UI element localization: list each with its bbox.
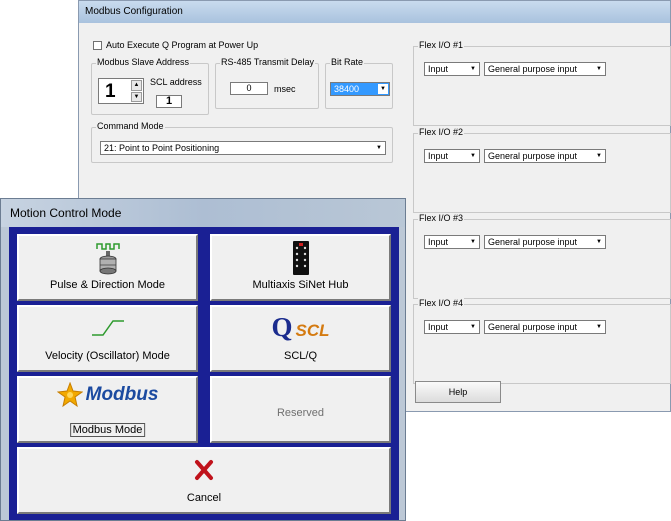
command-mode-value: 21: Point to Point Positioning	[104, 143, 220, 153]
flex-io-1-type-select[interactable]: Input ▼	[424, 62, 480, 76]
scl-q-button[interactable]: Q SCL SCL/Q	[210, 305, 391, 372]
transmit-delay-input[interactable]: 0	[230, 82, 268, 95]
flex-io-3-type-select[interactable]: Input ▼	[424, 235, 480, 249]
scl-logo-text: SCL	[295, 321, 330, 340]
chevron-down-icon[interactable]: ▼	[594, 237, 604, 247]
auto-execute-checkbox[interactable]: Auto Execute Q Program at Power Up	[93, 40, 258, 50]
help-button[interactable]: Help	[415, 381, 501, 403]
modbus-label: Modbus Mode	[69, 423, 146, 437]
delay-unit: msec	[274, 84, 296, 94]
modbus-logo-icon: Modbus	[56, 381, 159, 408]
bit-rate-value: 38400	[334, 84, 360, 94]
checkbox-box[interactable]	[93, 40, 102, 50]
command-mode-group: Command Mode 21: Point to Point Position…	[91, 121, 393, 163]
cancel-label: Cancel	[186, 492, 222, 504]
flex-io-2-group: Flex I/O #2 Input ▼ General purpose inpu…	[413, 127, 671, 213]
chevron-down-icon[interactable]: ▼	[468, 322, 478, 332]
scl-address-label: SCL address	[150, 77, 202, 87]
mode-button-panel: Pulse & Direction Mode Multiaxis SiNet H…	[9, 227, 399, 520]
flex-io-4-group: Flex I/O #4 Input ▼ General purpose inpu…	[413, 298, 671, 384]
flex-io-1-function: General purpose input	[488, 64, 578, 74]
flex-io-4-type-select[interactable]: Input ▼	[424, 320, 480, 334]
flex-io-3-function-select[interactable]: General purpose input ▼	[484, 235, 606, 249]
flex-io-2-type: Input	[428, 151, 449, 161]
bit-rate-label: Bit Rate	[330, 57, 365, 67]
chevron-down-icon[interactable]: ▼	[378, 84, 388, 94]
flex-io-3-label: Flex I/O #3	[418, 213, 465, 223]
velocity-oscillator-mode-button[interactable]: Velocity (Oscillator) Mode	[17, 305, 198, 372]
chevron-down-icon[interactable]: ▼	[468, 64, 478, 74]
velocity-ramp-icon	[91, 320, 124, 336]
close-x-icon	[195, 460, 213, 480]
gear-star-icon	[56, 381, 83, 408]
scl-address-value: 1	[156, 95, 182, 108]
address-text: address	[169, 77, 202, 87]
window-title: Motion Control Mode	[1, 199, 405, 227]
modbus-mode-button[interactable]: Modbus Modbus Mode	[17, 376, 198, 443]
slave-address-label: Modbus Slave Address	[96, 57, 191, 67]
flex-io-2-function: General purpose input	[488, 151, 578, 161]
reserved-label: Reserved	[276, 407, 325, 419]
bit-rate-select[interactable]: 38400 ▼	[330, 82, 390, 96]
flex-io-2-type-select[interactable]: Input ▼	[424, 149, 480, 163]
command-mode-label: Command Mode	[96, 121, 165, 131]
command-mode-select[interactable]: 21: Point to Point Positioning ▼	[100, 141, 386, 155]
chevron-down-icon[interactable]: ▼	[594, 151, 604, 161]
modbus-logo-text: Modbus	[85, 384, 159, 405]
chevron-down-icon[interactable]: ▼	[594, 322, 604, 332]
flex-io-3-group: Flex I/O #3 Input ▼ General purpose inpu…	[413, 213, 671, 299]
reserved-button[interactable]: Reserved	[210, 376, 391, 443]
scl-text: SCL	[150, 77, 168, 87]
auto-execute-label: Auto Execute Q Program at Power Up	[106, 40, 259, 50]
multiaxis-label: Multiaxis SiNet Hub	[252, 279, 349, 291]
pulse-direction-label: Pulse & Direction Mode	[50, 279, 165, 291]
scl-q-label: SCL/Q	[283, 350, 317, 362]
chevron-down-icon[interactable]: ▼	[374, 143, 384, 153]
bit-rate-group: Bit Rate 38400 ▼	[325, 57, 393, 109]
flex-io-3-function: General purpose input	[488, 237, 578, 247]
transmit-delay-label: RS-485 Transmit Delay	[220, 57, 316, 67]
flex-io-1-label: Flex I/O #1	[418, 40, 465, 50]
pulse-direction-mode-button[interactable]: Pulse & Direction Mode	[17, 234, 198, 301]
pulse-motor-icon	[95, 243, 120, 275]
velocity-label: Velocity (Oscillator) Mode	[45, 350, 170, 362]
flex-io-4-type: Input	[428, 322, 449, 332]
flex-io-2-function-select[interactable]: General purpose input ▼	[484, 149, 606, 163]
slave-address-value: 1	[105, 81, 116, 102]
window-title: Modbus Configuration	[79, 1, 670, 23]
flex-io-1-function-select[interactable]: General purpose input ▼	[484, 62, 606, 76]
slave-address-group: Modbus Slave Address 1 ▲ ▼ SCL address 1	[91, 57, 209, 115]
motion-control-mode-window: Motion Control Mode Pulse & Direction Mo…	[0, 198, 406, 521]
scl-q-logo-icon: Q SCL	[271, 312, 329, 343]
spin-down-button[interactable]: ▼	[131, 91, 142, 102]
multiaxis-sinet-hub-button[interactable]: Multiaxis SiNet Hub	[210, 234, 391, 301]
q-logo-text: Q	[271, 312, 293, 342]
transmit-delay-group: RS-485 Transmit Delay 0 msec	[215, 57, 319, 109]
slave-address-spinner[interactable]: 1 ▲ ▼	[98, 78, 144, 104]
flex-io-4-label: Flex I/O #4	[418, 298, 465, 308]
chip-icon	[292, 241, 309, 275]
flex-io-1-type: Input	[428, 64, 449, 74]
flex-io-3-type: Input	[428, 237, 449, 247]
cancel-button[interactable]: Cancel	[17, 447, 391, 514]
flex-io-1-group: Flex I/O #1 Input ▼ General purpose inpu…	[413, 40, 671, 126]
flex-io-4-function: General purpose input	[488, 322, 578, 332]
chevron-down-icon[interactable]: ▼	[468, 151, 478, 161]
spin-up-button[interactable]: ▲	[131, 80, 142, 91]
chevron-down-icon[interactable]: ▼	[468, 237, 478, 247]
flex-io-2-label: Flex I/O #2	[418, 127, 465, 137]
chevron-down-icon[interactable]: ▼	[594, 64, 604, 74]
flex-io-4-function-select[interactable]: General purpose input ▼	[484, 320, 606, 334]
